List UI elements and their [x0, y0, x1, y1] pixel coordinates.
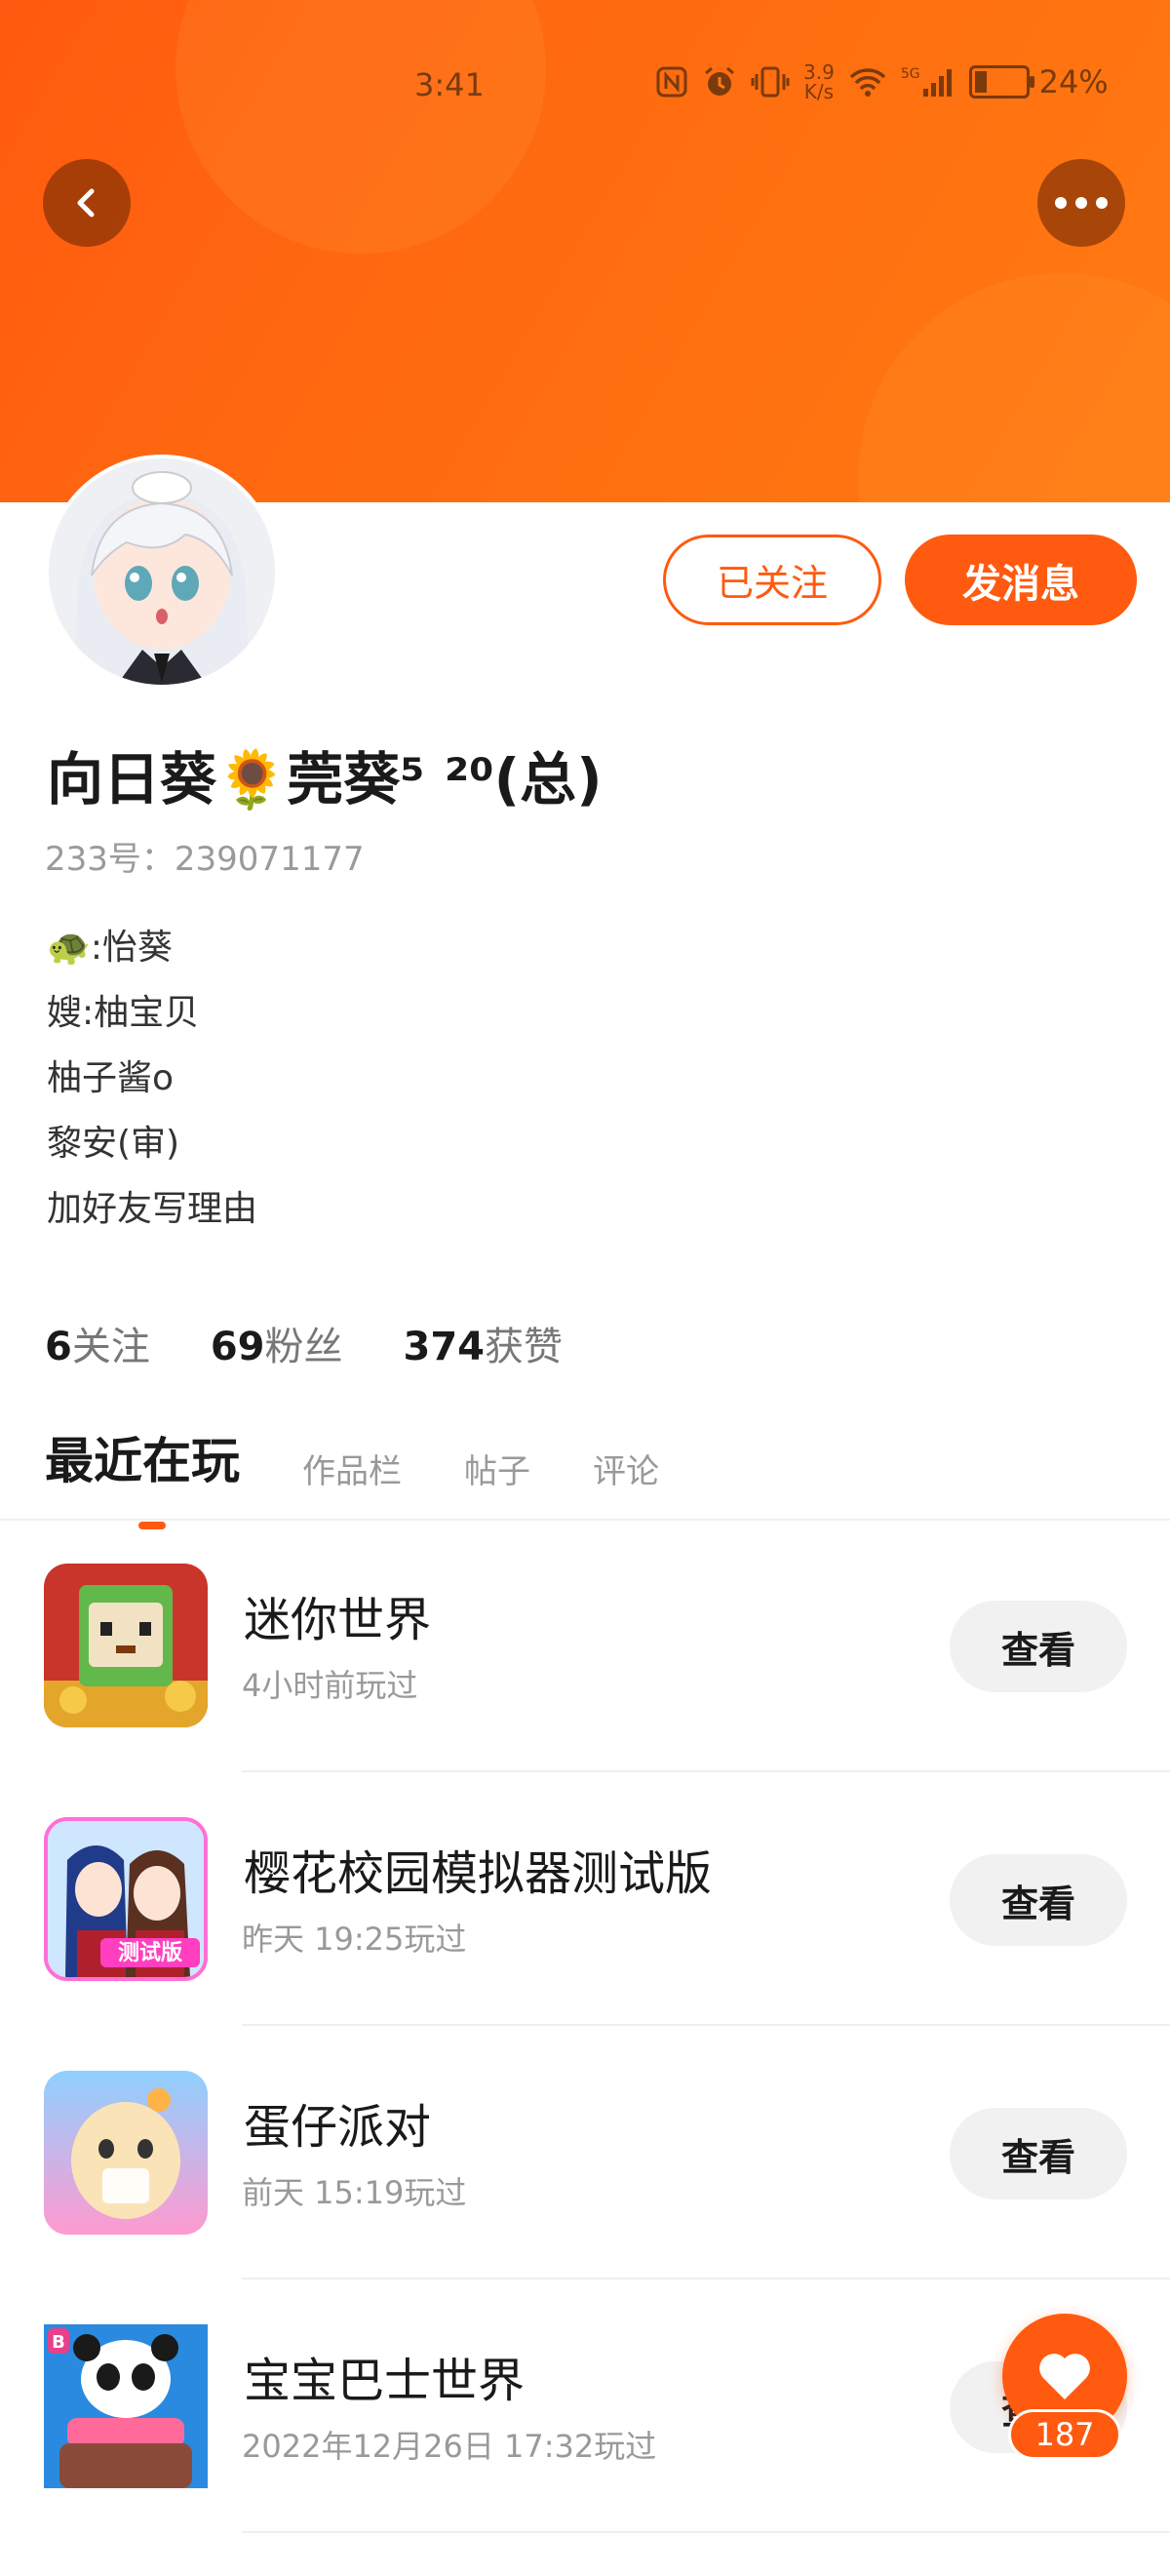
- status-time: 3:41: [414, 66, 485, 103]
- signal-icon: 5G: [901, 67, 956, 97]
- game-title: 迷你世界: [244, 1593, 432, 1647]
- bio-line: 黎安(审): [47, 1124, 180, 1164]
- like-count-badge: 187: [1008, 2409, 1121, 2460]
- game-title: 蛋仔派对: [244, 2100, 432, 2155]
- game-title: 宝宝巴士世界: [244, 2354, 526, 2408]
- uid-value: 239071177: [174, 840, 365, 879]
- game-title: 樱花校园模拟器测试版: [244, 1846, 713, 1901]
- row-divider: [242, 1770, 1170, 1772]
- profile-uid: 233号：239071177: [45, 832, 365, 880]
- mini-world-game-icon: [44, 1564, 208, 1727]
- babybus-world-game-icon: B: [44, 2324, 208, 2488]
- tab-comments[interactable]: 评论: [593, 1445, 659, 1492]
- more-dots-icon: [1055, 197, 1108, 209]
- battery-level-fill: [974, 71, 987, 93]
- game-list-item[interactable]: B 宝宝巴士世界 2022年12月26日 17:32玩过 查看: [0, 2324, 1170, 2576]
- tab-works[interactable]: 作品栏: [302, 1445, 402, 1492]
- stat-fans[interactable]: 69粉丝: [211, 1315, 343, 1371]
- view-game-button[interactable]: 查看: [950, 1601, 1127, 1692]
- game-last-played: 前天 15:19玩过: [242, 2174, 467, 2211]
- game-list-item[interactable]: 迷你世界 4小时前玩过 查看: [0, 1564, 1170, 1815]
- sakura-school-game-icon: 测试版: [44, 1817, 208, 1981]
- alarm-icon: [705, 66, 734, 96]
- profile-stats: 6关注 69粉丝 374获赞: [45, 1315, 563, 1371]
- bio-line: 加好友写理由: [47, 1189, 258, 1229]
- bio-line: 嫂:柚宝贝: [47, 993, 200, 1033]
- bio-line: 🐢:怡葵: [47, 928, 173, 968]
- babybus-badge-text: B: [52, 2332, 65, 2353]
- more-options-button[interactable]: [1037, 159, 1125, 247]
- status-bar: 3:41 3.9 K/s 5G 24%: [0, 59, 1170, 107]
- battery-percent: 24%: [1038, 63, 1109, 100]
- heart-icon: [1039, 2354, 1090, 2399]
- wifi-icon: [849, 68, 886, 97]
- row-divider: [242, 2024, 1170, 2026]
- stat-likes[interactable]: 374获赞: [404, 1315, 564, 1371]
- row-divider: [242, 2531, 1170, 2533]
- game-list-item[interactable]: 蛋仔派对 前天 15:19玩过 查看: [0, 2071, 1170, 2322]
- view-game-button[interactable]: 查看: [950, 1854, 1127, 1946]
- tab-divider: [0, 1519, 1170, 1521]
- followed-button[interactable]: 已关注: [663, 535, 881, 625]
- user-avatar[interactable]: [49, 458, 275, 685]
- profile-tabs: 最近在玩 作品栏 帖子 评论: [45, 1422, 659, 1529]
- profile-bio: 🐢:怡葵 嫂:柚宝贝 柚子酱o 黎安(审) 加好友写理由: [47, 915, 257, 1242]
- battery-indicator: 24%: [968, 63, 1109, 100]
- vibrate-icon: [751, 66, 790, 98]
- row-divider: [242, 2278, 1170, 2279]
- anime-avatar-image: [49, 458, 275, 685]
- battery-icon: [968, 65, 1034, 99]
- chevron-left-icon: [77, 188, 95, 218]
- bio-line: 柚子酱o: [47, 1058, 175, 1098]
- game-list-item[interactable]: 测试版 樱花校园模拟器测试版 昨天 19:25玩过 查看: [0, 1817, 1170, 2069]
- game-last-played: 2022年12月26日 17:32玩过: [242, 2428, 657, 2465]
- send-message-button[interactable]: 发消息: [905, 535, 1137, 625]
- eggy-party-game-icon: [44, 2071, 208, 2235]
- view-game-button[interactable]: 查看: [950, 2108, 1127, 2200]
- game-last-played: 昨天 19:25玩过: [242, 1921, 467, 1958]
- sakura-badge-text: 测试版: [118, 1941, 182, 1965]
- tab-posts[interactable]: 帖子: [464, 1445, 530, 1492]
- nfc-icon: [656, 66, 687, 98]
- network-speed: 3.9 K/s: [803, 60, 835, 103]
- tab-recently-played[interactable]: 最近在玩: [45, 1422, 240, 1529]
- game-last-played: 4小时前玩过: [242, 1667, 418, 1704]
- profile-nickname: 向日葵🌻莞葵⁵ ²⁰(总): [47, 746, 603, 812]
- uid-label: 233号：: [45, 840, 175, 879]
- back-button[interactable]: [43, 159, 131, 247]
- stat-following[interactable]: 6关注: [45, 1315, 150, 1371]
